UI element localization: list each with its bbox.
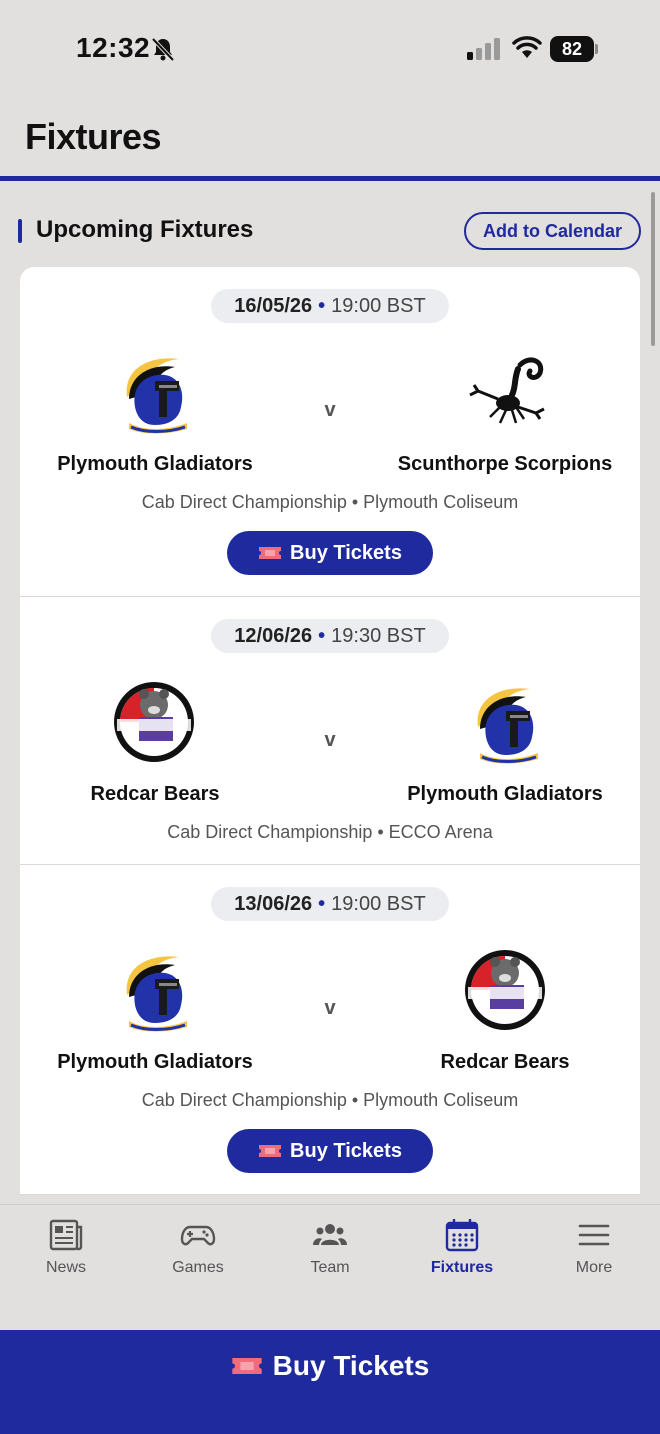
battery-icon: 82 <box>550 36 598 62</box>
buy-tickets-button[interactable]: Buy Tickets <box>227 531 433 575</box>
wifi-icon <box>512 36 542 58</box>
tab-news[interactable]: News <box>16 1217 116 1277</box>
gladiator-helmet-logo <box>477 688 538 764</box>
fixture-date: 12/06/26 <box>234 625 313 647</box>
bell-off-icon <box>151 37 175 62</box>
home-team-name: Plymouth Gladiators <box>57 1051 253 1073</box>
gladiator-helmet-logo <box>126 358 187 434</box>
scrollbar[interactable] <box>651 192 655 346</box>
home-team-name: Plymouth Gladiators <box>57 453 253 475</box>
ticket-icon <box>231 1358 262 1374</box>
fixture-date: 13/06/26 <box>234 893 313 915</box>
fixtures-card: 16/05/26 • 19:00 BST v Plymouth Gladiato… <box>20 267 640 1195</box>
menu-icon <box>578 1224 610 1246</box>
gamepad-icon <box>180 1225 216 1246</box>
tab-label: Games <box>172 1259 224 1276</box>
header-divider <box>0 176 660 181</box>
fixture-venue: Cab Direct Championship • Plymouth Colis… <box>141 492 519 512</box>
fixture-venue: Cab Direct Championship • ECCO Arena <box>167 822 493 842</box>
fixtures-list[interactable]: 16/05/26 • 19:00 BST v Plymouth Gladiato… <box>20 267 640 1204</box>
fixture-time: 19:00 BST <box>331 893 426 915</box>
battery-level: 82 <box>550 36 594 62</box>
buy-tickets-label: Buy Tickets <box>290 541 402 564</box>
tab-more[interactable]: More <box>544 1217 644 1277</box>
away-team-name: Scunthorpe Scorpions <box>397 453 613 475</box>
fixture-venue: Cab Direct Championship • Plymouth Colis… <box>141 1090 519 1110</box>
buy-tickets-button[interactable]: Buy Tickets <box>227 1129 433 1173</box>
tab-label: Team <box>310 1259 350 1276</box>
fixture-card: 12/06/26 • 19:30 BST v Redcar Bears Plym… <box>20 597 640 865</box>
scorpion-logo <box>469 357 545 424</box>
versus-label: v <box>324 399 336 421</box>
newspaper-icon <box>49 1219 83 1251</box>
fixture-date: 16/05/26 <box>234 295 313 317</box>
redcar-bears-logo <box>114 682 194 762</box>
status-time: 12:32 <box>76 32 151 63</box>
fixture-date-pill: 16/05/26 • 19:00 BST <box>211 289 449 323</box>
ticket-icon <box>259 547 282 559</box>
tab-label: More <box>575 1259 613 1276</box>
fixture-card: 16/05/26 • 19:00 BST v Plymouth Gladiato… <box>20 267 640 597</box>
tab-team[interactable]: Team <box>280 1217 380 1277</box>
tab-bar: News Games Team Fixtures More <box>0 1204 660 1330</box>
page-title: Fixtures <box>25 116 162 157</box>
fixture-card: 13/06/26 • 19:00 BST v Plymouth Gladiato… <box>20 865 640 1195</box>
home-team-name: Redcar Bears <box>90 783 220 805</box>
cellular-signal-icon <box>467 38 500 60</box>
away-team-name: Redcar Bears <box>440 1051 570 1073</box>
fixture-date-pill: 13/06/26 • 19:00 BST <box>211 887 449 921</box>
versus-label: v <box>324 997 336 1019</box>
tab-games[interactable]: Games <box>148 1217 248 1277</box>
team-icon <box>313 1224 347 1245</box>
away-team-name: Plymouth Gladiators <box>407 783 603 805</box>
calendar-icon <box>445 1219 479 1252</box>
redcar-bears-logo <box>465 950 545 1030</box>
add-to-calendar-button[interactable]: Add to Calendar <box>464 212 641 250</box>
gladiator-helmet-logo <box>126 956 187 1032</box>
fixture-time: 19:00 BST <box>331 295 426 317</box>
section-title: Upcoming Fixtures <box>36 216 254 243</box>
fixture-date-pill: 12/06/26 • 19:30 BST <box>211 619 449 653</box>
buy-tickets-bar-label: Buy Tickets <box>272 1350 430 1381</box>
section-accent-bar <box>18 219 22 243</box>
ticket-icon <box>259 1145 282 1157</box>
tab-label: News <box>45 1259 86 1276</box>
tab-label: Fixtures <box>430 1259 494 1276</box>
status-bar: 12:32 82 <box>0 0 660 100</box>
buy-tickets-bar[interactable]: Buy Tickets <box>0 1330 660 1434</box>
versus-label: v <box>324 729 336 751</box>
fixture-time: 19:30 BST <box>331 625 426 647</box>
buy-tickets-label: Buy Tickets <box>290 1139 402 1162</box>
tab-fixtures[interactable]: Fixtures <box>412 1217 512 1277</box>
